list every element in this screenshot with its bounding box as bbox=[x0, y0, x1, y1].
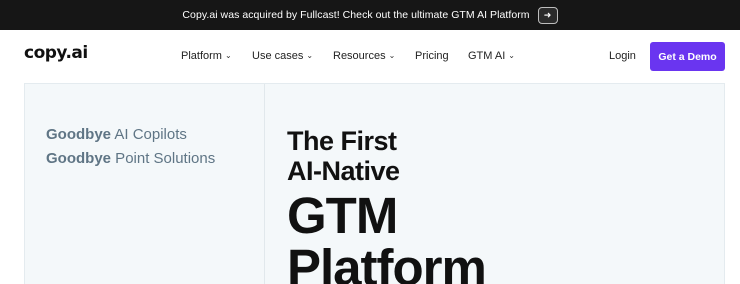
goodbye-ai-copilots: Goodbye AI Copilots bbox=[46, 126, 187, 143]
hero-section: Goodbye AI Copilots Goodbye Point Soluti… bbox=[24, 83, 725, 284]
headline-line-2: AI-Native bbox=[287, 156, 400, 186]
nav-item-resources[interactable]: Resources ⌄ bbox=[333, 50, 395, 62]
goodbye-bold: Goodbye bbox=[46, 150, 112, 167]
goodbye-rest: AI Copilots bbox=[111, 126, 187, 143]
login-link[interactable]: Login bbox=[609, 50, 636, 62]
nav-item-pricing[interactable]: Pricing bbox=[415, 50, 449, 62]
headline-line-4: Platform bbox=[287, 239, 487, 284]
hero-divider bbox=[264, 84, 265, 284]
get-demo-button[interactable]: Get a Demo bbox=[650, 42, 725, 71]
chevron-down-icon: ⌄ bbox=[224, 50, 232, 60]
nav-item-label: Platform bbox=[181, 50, 222, 62]
goodbye-bold: Goodbye bbox=[46, 126, 112, 143]
announcement-text[interactable]: Copy.ai was acquired by Fullcast! Check … bbox=[182, 9, 529, 21]
goodbye-point-solutions: Goodbye Point Solutions bbox=[46, 150, 215, 167]
chevron-down-icon: ⌄ bbox=[306, 50, 314, 60]
chevron-down-icon: ⌄ bbox=[388, 50, 396, 60]
announcement-bar: Copy.ai was acquired by Fullcast! Check … bbox=[0, 0, 740, 30]
nav-item-gtm-ai[interactable]: GTM AI ⌄ bbox=[468, 50, 515, 62]
arrow-right-icon[interactable]: ➜ bbox=[537, 6, 558, 24]
headline-line-3: GTM bbox=[287, 187, 398, 244]
nav-item-label: Use cases bbox=[252, 50, 304, 62]
nav-item-platform[interactable]: Platform ⌄ bbox=[181, 50, 232, 62]
nav-item-label: Pricing bbox=[415, 50, 449, 62]
headline-line-1: The First bbox=[287, 126, 397, 156]
goodbye-rest: Point Solutions bbox=[111, 150, 216, 167]
nav-item-use-cases[interactable]: Use cases ⌄ bbox=[252, 50, 313, 62]
chevron-down-icon: ⌄ bbox=[508, 50, 515, 60]
site-header: copy.ai Platform ⌄ Use cases ⌄ Resources… bbox=[0, 30, 740, 83]
nav-item-label: GTM AI bbox=[468, 50, 506, 62]
nav-item-label: Resources bbox=[333, 50, 386, 62]
